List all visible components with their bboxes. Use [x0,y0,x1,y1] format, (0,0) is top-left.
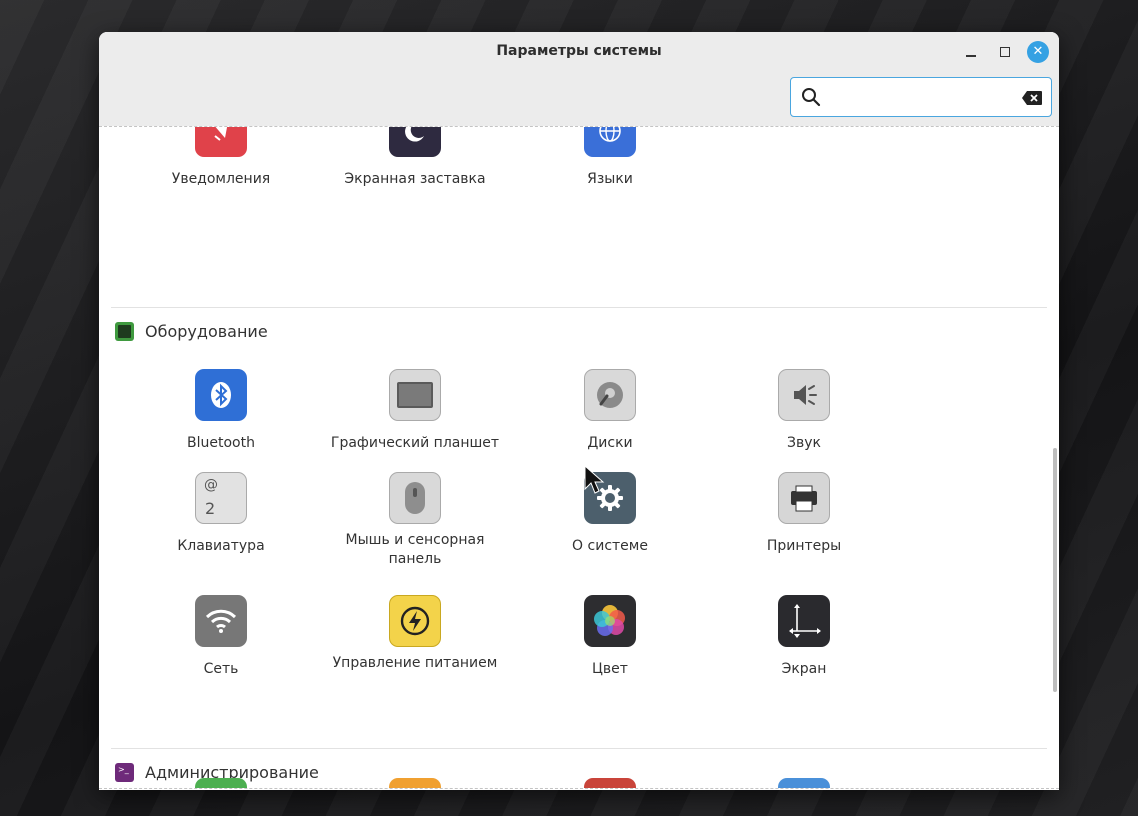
item-label: Экранная заставка [344,171,486,187]
hardware-chip-icon [115,322,134,341]
settings-item-color[interactable]: Цвет [515,595,705,679]
power-management-icon [389,595,441,647]
section-title: Оборудование [145,322,268,341]
search-input[interactable] [829,84,1009,110]
mouse-cursor-icon [584,465,605,494]
settings-item-about-system[interactable]: О системе [515,472,705,556]
item-label: Принтеры [766,538,842,554]
keyboard-icon: @ 2 [195,472,247,524]
settings-item-languages[interactable]: Языки [515,127,705,189]
settings-item-printers[interactable]: Принтеры [709,472,899,556]
screensaver-icon [389,127,441,157]
item-label: Графический планшет [330,435,500,451]
mouse-icon [389,472,441,524]
settings-item-bluetooth[interactable]: Bluetooth [126,369,316,453]
window-title: Параметры системы [496,43,662,59]
minimize-icon [966,55,976,57]
minimize-button[interactable] [959,40,983,64]
printer-icon [778,472,830,524]
settings-item-power-management[interactable]: Управление питанием [320,595,510,673]
graphics-tablet-icon [389,369,441,421]
item-label: Языки [587,171,633,187]
section-header-hardware: Оборудование [115,322,268,341]
close-button[interactable]: ✕ [1026,40,1050,64]
maximize-icon [1000,47,1010,57]
close-icon: ✕ [1027,41,1049,63]
item-label: Bluetooth [187,435,255,451]
item-label: Мышь и сенсорная панель [345,532,485,567]
settings-content: Уведомления Экранная заставка Языки Обор… [99,127,1059,788]
admin-item-partial-icon[interactable] [778,778,830,788]
terminal-icon: >_ [115,763,134,782]
settings-item-graphics-tablet[interactable]: Графический планшет [320,369,510,453]
item-label: Звук [787,435,821,451]
disks-icon [584,369,636,421]
notifications-icon [195,127,247,157]
item-label: Уведомления [171,171,271,187]
titlebar: Параметры системы ✕ [99,32,1059,126]
clear-search-icon[interactable] [1021,90,1043,106]
item-label: Диски [587,435,633,451]
settings-item-display[interactable]: Экран [709,595,899,679]
settings-item-screensaver[interactable]: Экранная заставка [320,127,510,189]
admin-item-partial-icon[interactable] [584,778,636,788]
bottom-scroll-edge [99,788,1059,789]
item-label: О системе [572,538,648,554]
languages-icon [584,127,636,157]
display-icon [778,595,830,647]
sound-icon [778,369,830,421]
bluetooth-icon [195,369,247,421]
item-label: Сеть [203,661,239,677]
maximize-button[interactable] [993,40,1017,64]
admin-item-partial-icon[interactable] [389,778,441,788]
item-label: Экран [781,661,827,677]
item-label: Клавиатура [177,538,265,554]
settings-item-mouse-touchpad[interactable]: Мышь и сенсорная панель [320,472,510,569]
search-box[interactable] [790,77,1052,117]
settings-item-network[interactable]: Сеть [126,595,316,679]
color-icon [584,595,636,647]
settings-item-notifications[interactable]: Уведомления [126,127,316,189]
section-divider [111,307,1047,308]
admin-item-partial-icon[interactable] [195,778,247,788]
scrollbar[interactable] [1053,448,1057,692]
settings-item-sound[interactable]: Звук [709,369,899,453]
item-label: Цвет [592,661,628,677]
settings-item-disks[interactable]: Диски [515,369,705,453]
network-wifi-icon [195,595,247,647]
settings-item-keyboard[interactable]: @ 2 Клавиатура [126,472,316,556]
settings-window: Параметры системы ✕ Уведомления Экранная… [99,32,1059,790]
search-icon [802,88,821,107]
item-label: Управление питанием [332,655,498,671]
section-divider [111,748,1047,749]
